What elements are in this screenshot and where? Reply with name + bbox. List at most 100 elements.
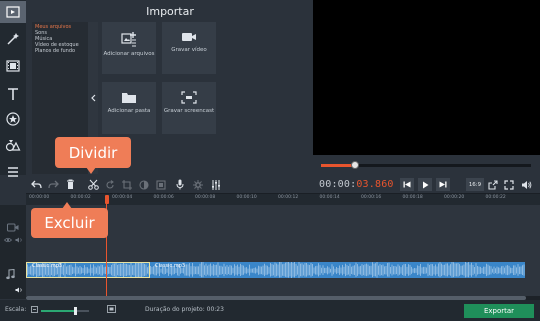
undo-button[interactable] [29,178,43,191]
selected-audio-clip[interactable] [26,262,150,278]
zoom-out-icon[interactable] [31,306,38,313]
gear-icon [193,179,203,190]
clip-properties-icon [156,179,166,190]
folder-icon [122,93,136,103]
add-files-button[interactable]: Adicionar arquivos [102,22,156,74]
split-callout: Dividir [55,137,131,168]
scale-label: Escala: [5,306,27,313]
skip-forward-icon [439,181,447,188]
zoom-in-icon[interactable] [107,305,116,313]
record-video-button[interactable]: Gravar vídeo [162,22,216,74]
filters-tool-button[interactable] [0,28,26,50]
stickers-tool-button[interactable] [0,108,26,130]
add-folder-label: Adicionar pasta [107,108,151,114]
star-icon [6,112,20,126]
magic-wand-icon [7,33,19,45]
import-panel-title: Importar [146,5,194,18]
crop-icon [122,179,132,190]
equalizer-icon [212,179,220,190]
clip-settings-button[interactable] [191,178,205,191]
ruler-tick-label: 00:00:20 [444,195,465,200]
left-toolbar [0,0,26,177]
clip-tool-button[interactable] [0,55,26,77]
more-tools-button[interactable] [0,161,26,183]
record-screencast-button[interactable]: Gravar screencast [162,82,216,134]
shapes-icon [5,140,21,152]
category-item-backgrounds[interactable]: Planos de fundo [32,48,88,54]
ruler-tick-label: 00:00:12 [278,195,299,200]
clip-properties-button[interactable] [154,178,168,191]
timecode-prefix: 00:00: [319,179,357,190]
color-adjust-button[interactable] [137,178,151,191]
ruler-tick-label: 00:00:00 [29,195,50,200]
volume-button[interactable] [519,178,533,191]
timecode-value: 03.860 [356,179,394,190]
playback-timecode: 00:00:03.860 [319,179,394,190]
film-icon [6,60,20,72]
ruler-tick-label: 00:00:10 [236,195,257,200]
external-window-icon [488,179,498,190]
ruler-tick-label: 00:00:06 [153,195,174,200]
camera-icon [182,33,196,41]
ruler-tick-label: 00:00:02 [70,195,91,200]
crop-button[interactable] [120,178,134,191]
ruler-tick-label: 00:00:08 [195,195,216,200]
rotate-button[interactable] [103,178,117,191]
play-icon [422,181,428,188]
zoom-handle[interactable] [73,307,77,315]
text-icon [8,88,18,100]
video-track-mute-icon[interactable] [15,237,23,243]
preview-seek-bar[interactable] [321,161,531,169]
split-button[interactable] [86,178,100,191]
delete-button[interactable] [63,178,77,191]
project-duration: Duração do projeto: 00:23 [145,306,224,313]
ruler-tick-label: 00:00:22 [485,195,506,200]
audio-track-volume-icon[interactable] [15,287,23,293]
add-files-label: Adicionar arquivos [103,51,155,57]
zoom-slider[interactable] [41,307,89,315]
fullscreen-button[interactable] [502,178,516,191]
record-voice-button[interactable] [173,178,187,191]
delete-callout: Excluir [31,208,108,238]
redo-icon [47,180,59,189]
skip-back-icon [403,181,411,188]
contrast-icon [139,179,149,190]
transitions-tool-button[interactable] [0,134,26,156]
detach-preview-button[interactable] [486,178,500,191]
export-button[interactable]: Exportar [464,304,534,318]
music-note-icon [6,269,15,280]
zoom-fill [41,310,75,312]
seek-handle[interactable] [350,161,359,169]
record-screencast-label: Gravar screencast [163,108,215,114]
track-headers [0,205,26,299]
import-tool-button[interactable] [0,1,26,23]
previous-frame-button[interactable] [400,178,414,191]
add-folder-button[interactable]: Adicionar pasta [102,82,156,134]
rotate-icon [106,179,114,189]
speaker-icon [521,180,531,189]
chevron-left-icon [90,94,95,102]
scissors-icon [87,179,99,190]
import-icon [6,6,20,18]
next-frame-button[interactable] [436,178,450,191]
add-files-icon [121,32,136,47]
microphone-icon [176,179,184,190]
redo-button[interactable] [46,178,60,191]
ruler-tick-label: 00:00:18 [402,195,423,200]
play-button[interactable] [418,178,432,191]
record-video-label: Gravar vídeo [171,47,207,53]
fullscreen-icon [504,179,514,190]
audio-clip-2-name: Classic.mp3 [155,263,186,269]
video-track-visibility-icon[interactable] [4,237,12,243]
ruler-tick-label: 00:00:16 [361,195,382,200]
equalizer-button[interactable] [209,178,223,191]
aspect-ratio-button[interactable]: 16:9 [466,178,484,191]
titles-tool-button[interactable] [0,83,26,105]
video-track-camera-icon [7,223,19,232]
video-editor-window: Importar Meus arquivos Sons Música Vídeo… [0,0,540,321]
timeline-ruler[interactable]: 00:00:00 00:00:02 00:00:04 00:00:06 00:00:08… [26,193,540,205]
split-callout-pointer [86,167,96,174]
trash-icon [66,179,74,189]
undo-icon [30,180,42,189]
list-icon [8,167,18,177]
